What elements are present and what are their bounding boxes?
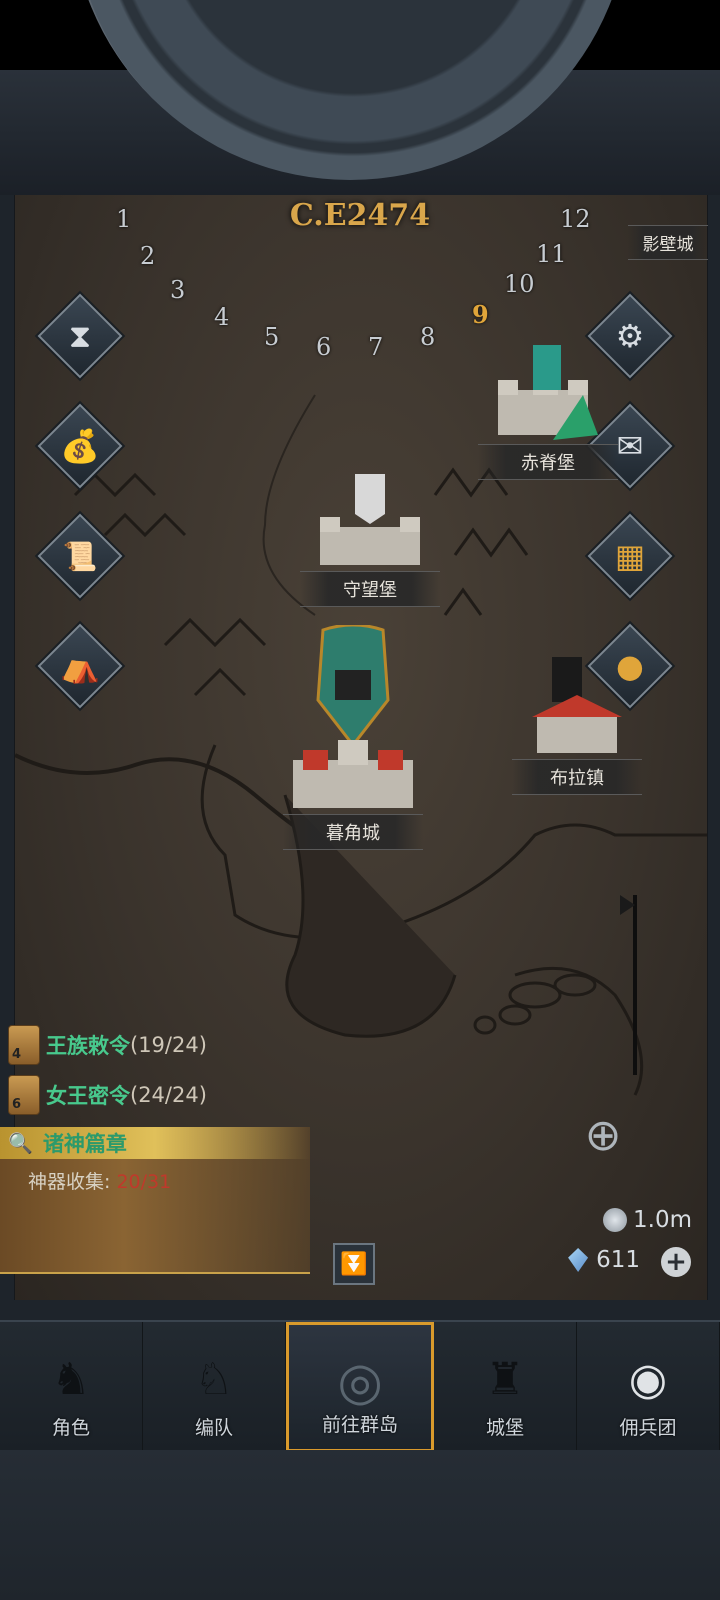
recenter-button[interactable]: ⊕ [548, 1100, 658, 1170]
collapse-panel-button[interactable]: ⏬ [333, 1243, 375, 1285]
event-progress: 神器收集: 20/31 [28, 1167, 171, 1194]
nav-formation[interactable]: ♘ 编队 [143, 1322, 286, 1452]
event-progress-value: 20/31 [116, 1171, 172, 1193]
city-red-ridge[interactable]: 赤脊堡 [478, 345, 618, 480]
scroll-icon: 4 [8, 1025, 40, 1065]
castle-icon [320, 474, 420, 565]
camp-flag-icon: ⛺ [60, 647, 100, 685]
dial-number[interactable]: 11 [536, 240, 567, 268]
quest-badge: 4 [12, 1047, 22, 1062]
gem-display: 611 [568, 1247, 640, 1273]
era-label: C.E2474 [289, 198, 431, 233]
add-gems-button[interactable]: + [661, 1247, 691, 1277]
nav-label: 编队 [194, 1417, 233, 1439]
city-partial-top-right[interactable]: 影壁城 [628, 225, 708, 260]
dial-number[interactable]: 3 [170, 276, 185, 304]
dial-number[interactable]: 1 [116, 205, 131, 233]
city-name: 布拉镇 [512, 759, 642, 795]
dial-number[interactable]: 5 [264, 323, 279, 351]
event-header: 🔍 诸神篇章 [0, 1127, 310, 1159]
dial-number[interactable]: 4 [214, 303, 229, 331]
nav-label: 城堡 [485, 1417, 524, 1439]
dial-number[interactable]: 6 [316, 333, 331, 361]
horse-knight-icon: ♘ [194, 1353, 234, 1405]
lower-frame [0, 1450, 720, 1600]
dial-number[interactable]: 2 [140, 242, 155, 270]
nav-mercenary[interactable]: ◉ 佣兵团 [577, 1322, 720, 1452]
chevron-down-icon: ⏬ [340, 1251, 368, 1277]
castle-icon: ♜ [485, 1353, 525, 1405]
compass-icon: ◎ [337, 1352, 383, 1412]
castle-icon [498, 345, 598, 440]
quest-item-queen-secret[interactable]: 6 女王密令 (24/24) [8, 1075, 207, 1115]
city-watch-fort[interactable]: 守望堡 [300, 472, 440, 607]
nav-archipelago[interactable]: ◎ 前往群岛 [286, 1322, 434, 1452]
nav-castle[interactable]: ♜ 城堡 [434, 1322, 577, 1452]
gem-icon [568, 1248, 589, 1272]
scroll-map-icon: 📜 [62, 539, 98, 573]
scroll-icon: 6 [8, 1075, 40, 1115]
dial-number-active[interactable]: 9 [472, 300, 489, 329]
silver-coin-icon [603, 1208, 628, 1232]
gem-amount: 611 [596, 1247, 640, 1273]
money-bag-icon: 💰 [60, 427, 100, 465]
city-name: 影壁城 [628, 225, 708, 260]
silver-display: 1.0m [603, 1207, 692, 1233]
quest-badge: 6 [12, 1097, 22, 1112]
city-name: 赤脊堡 [478, 444, 618, 480]
plus-icon: + [665, 1247, 687, 1277]
event-progress-label: 神器收集: [28, 1171, 111, 1193]
town-icon [532, 657, 622, 753]
dial-number[interactable]: 8 [420, 323, 435, 351]
grid-panel-icon: ▦ [614, 537, 646, 575]
silver-amount: 1.0m [633, 1207, 692, 1233]
event-banner[interactable]: 🔍 诸神篇章 神器收集: 20/31 [0, 1127, 310, 1274]
city-dusk-horn[interactable]: 暮角城 [283, 623, 423, 850]
castle-icon [293, 623, 413, 808]
search-icon: 🔍 [8, 1131, 33, 1155]
quest-count: (24/24) [130, 1083, 207, 1107]
city-bula[interactable]: 布拉镇 [512, 655, 642, 795]
quest-item-royal-decree[interactable]: 4 王族敕令 (19/24) [8, 1025, 207, 1065]
mercenary-emblem-icon: ◉ [628, 1353, 668, 1405]
crosshair-icon: ⊕ [584, 1109, 622, 1161]
event-title: 诸神篇章 [42, 1132, 127, 1156]
dial-number[interactable]: 7 [368, 333, 383, 361]
dial-number[interactable]: 10 [504, 270, 535, 298]
bottom-nav: ♞ 角色 ♘ 编队 ◎ 前往群岛 ♜ 城堡 ◉ 佣兵团 [0, 1320, 720, 1452]
nav-label: 佣兵团 [619, 1417, 677, 1439]
knight-helmet-icon: ♞ [51, 1353, 91, 1405]
quest-count: (19/24) [130, 1033, 207, 1057]
city-name: 暮角城 [283, 814, 423, 850]
nav-label: 角色 [51, 1417, 90, 1439]
dial-number[interactable]: 12 [560, 205, 591, 233]
nav-character[interactable]: ♞ 角色 [0, 1322, 143, 1452]
quest-title: 王族敕令 [46, 1034, 130, 1058]
city-name: 守望堡 [300, 571, 440, 607]
hourglass-icon: ⧗ [68, 316, 92, 355]
quest-title: 女王密令 [46, 1084, 130, 1108]
